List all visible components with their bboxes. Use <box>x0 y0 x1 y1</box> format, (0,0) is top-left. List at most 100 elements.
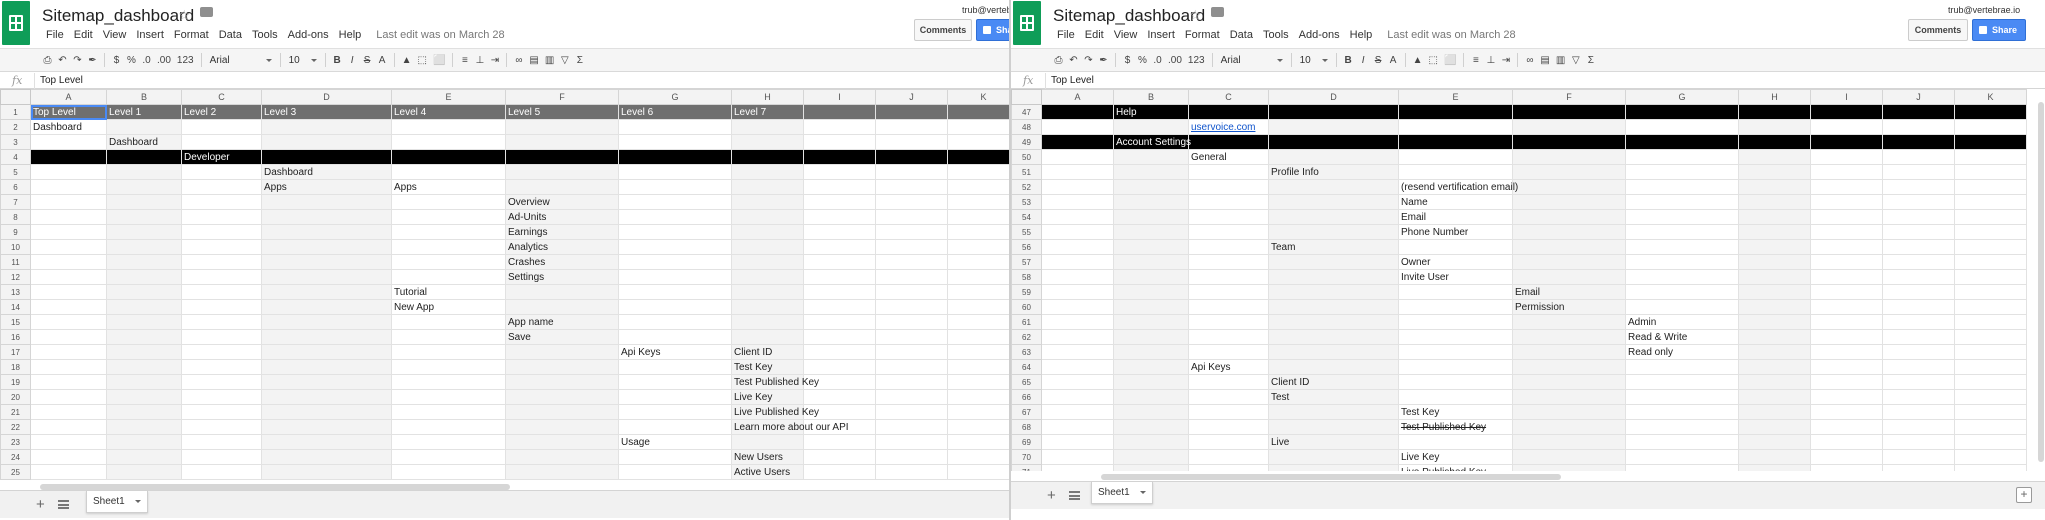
cell-d8[interactable] <box>261 209 392 225</box>
column-header-b[interactable]: B <box>1113 89 1189 105</box>
cell-c54[interactable] <box>1188 209 1269 225</box>
cell-i58[interactable] <box>1810 269 1883 285</box>
cell-i5[interactable] <box>803 164 876 180</box>
cell-e64[interactable] <box>1398 359 1513 375</box>
cell-g22[interactable] <box>618 419 732 435</box>
cell-c22[interactable] <box>181 419 262 435</box>
cell-j64[interactable] <box>1882 359 1955 375</box>
cell-c61[interactable] <box>1188 314 1269 330</box>
cell-e50[interactable] <box>1398 149 1513 165</box>
cell-e25[interactable] <box>391 464 506 480</box>
sheet-tab[interactable]: Sheet1 <box>86 491 148 513</box>
cell-k12[interactable] <box>947 269 1009 285</box>
cell-b18[interactable] <box>106 359 182 375</box>
cell-e67[interactable]: Test Key <box>1398 404 1513 420</box>
cell-e4[interactable] <box>391 149 506 165</box>
cell-e70[interactable]: Live Key <box>1398 449 1513 465</box>
cell-f7[interactable]: Overview <box>505 194 619 210</box>
cell-f23[interactable] <box>505 434 619 450</box>
all-sheets-icon[interactable] <box>58 500 69 509</box>
column-header-e[interactable]: E <box>1398 89 1513 105</box>
column-header-g[interactable]: G <box>618 89 732 105</box>
cell-d24[interactable] <box>261 449 392 465</box>
cell-c51[interactable] <box>1188 164 1269 180</box>
cell-c71[interactable] <box>1188 464 1269 471</box>
cell-f68[interactable] <box>1512 419 1626 435</box>
cell-d48[interactable] <box>1268 119 1399 135</box>
cell-b16[interactable] <box>106 329 182 345</box>
menu-file[interactable]: File <box>1052 29 1080 43</box>
cell-h48[interactable] <box>1738 119 1811 135</box>
cell-c6[interactable] <box>181 179 262 195</box>
cell-k56[interactable] <box>1954 239 2027 255</box>
cell-a59[interactable] <box>1041 284 1114 300</box>
cell-a54[interactable] <box>1041 209 1114 225</box>
cell-g19[interactable] <box>618 374 732 390</box>
cell-d4[interactable] <box>261 149 392 165</box>
cell-c5[interactable] <box>181 164 262 180</box>
cell-e63[interactable] <box>1398 344 1513 360</box>
percent-button[interactable]: % <box>1135 51 1150 69</box>
cell-b22[interactable] <box>106 419 182 435</box>
cell-k5[interactable] <box>947 164 1009 180</box>
cell-e19[interactable] <box>391 374 506 390</box>
cell-b15[interactable] <box>106 314 182 330</box>
cell-b53[interactable] <box>1113 194 1189 210</box>
cell-k13[interactable] <box>947 284 1009 300</box>
cell-g56[interactable] <box>1625 239 1739 255</box>
cell-a61[interactable] <box>1041 314 1114 330</box>
cell-j69[interactable] <box>1882 434 1955 450</box>
sheet-grid[interactable]: A B C D E F G H I J K 1 Top Level Level 1 Level 2 Level… <box>0 89 1009 480</box>
cell-h58[interactable] <box>1738 269 1811 285</box>
cell-i49[interactable] <box>1810 134 1883 150</box>
cell-b2[interactable] <box>106 119 182 135</box>
column-header-f[interactable]: F <box>1512 89 1626 105</box>
cell-d66[interactable]: Test <box>1268 389 1399 405</box>
cell-j67[interactable] <box>1882 404 1955 420</box>
cell-a47[interactable] <box>1041 104 1114 120</box>
row-header[interactable]: 64 <box>1011 359 1042 375</box>
cell-h23[interactable] <box>731 434 804 450</box>
cell-e5[interactable] <box>391 164 506 180</box>
cell-k1[interactable] <box>947 104 1009 120</box>
cell-e48[interactable] <box>1398 119 1513 135</box>
menu-addons[interactable]: Add-ons <box>283 29 334 43</box>
cell-j49[interactable] <box>1882 134 1955 150</box>
cell-e1[interactable]: Level 4 <box>391 104 506 120</box>
cell-h24[interactable]: New Users <box>731 449 804 465</box>
cell-a21[interactable] <box>30 404 107 420</box>
cell-k48[interactable] <box>1954 119 2027 135</box>
row-header[interactable]: 69 <box>1011 434 1042 450</box>
column-header-h[interactable]: H <box>1738 89 1811 105</box>
cell-c8[interactable] <box>181 209 262 225</box>
cell-g23[interactable]: Usage <box>618 434 732 450</box>
cell-d56[interactable]: Team <box>1268 239 1399 255</box>
cell-d54[interactable] <box>1268 209 1399 225</box>
cell-h14[interactable] <box>731 299 804 315</box>
cell-f2[interactable] <box>505 119 619 135</box>
cell-j57[interactable] <box>1882 254 1955 270</box>
cell-e8[interactable] <box>391 209 506 225</box>
sheet-tab-menu-icon[interactable] <box>1139 491 1146 494</box>
cell-h50[interactable] <box>1738 149 1811 165</box>
cell-e6[interactable]: Apps <box>391 179 506 195</box>
menu-data[interactable]: Data <box>214 29 247 43</box>
cell-b1[interactable]: Level 1 <box>106 104 182 120</box>
cell-a68[interactable] <box>1041 419 1114 435</box>
print-icon[interactable]: ⎙ <box>1051 51 1066 69</box>
cell-i8[interactable] <box>803 209 876 225</box>
cell-k15[interactable] <box>947 314 1009 330</box>
cell-d11[interactable] <box>261 254 392 270</box>
cell-j23[interactable] <box>875 434 948 450</box>
cell-g7[interactable] <box>618 194 732 210</box>
cell-d17[interactable] <box>261 344 392 360</box>
row-header[interactable]: 68 <box>1011 419 1042 435</box>
cell-a66[interactable] <box>1041 389 1114 405</box>
cell-c50[interactable]: General <box>1188 149 1269 165</box>
cell-a64[interactable] <box>1041 359 1114 375</box>
more-formats-button[interactable]: 123 <box>1185 51 1208 69</box>
cell-e55[interactable]: Phone Number <box>1398 224 1513 240</box>
cell-c70[interactable] <box>1188 449 1269 465</box>
cell-i61[interactable] <box>1810 314 1883 330</box>
document-title[interactable]: Sitemap_dashboard <box>1053 6 1205 26</box>
